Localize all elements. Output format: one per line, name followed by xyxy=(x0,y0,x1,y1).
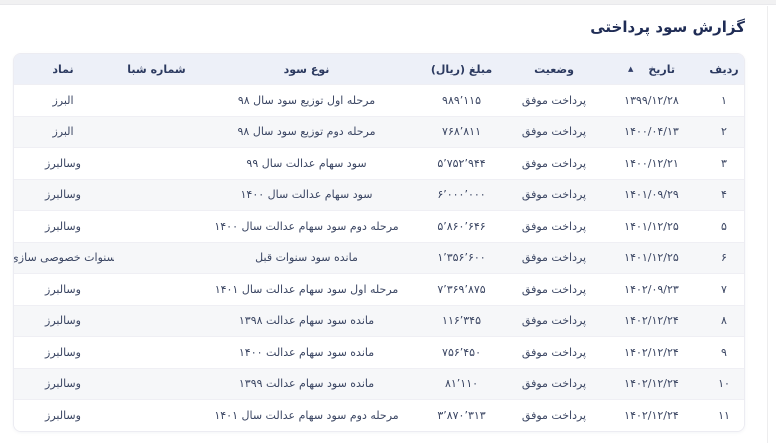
cell-dividend-type: مانده سود سنوات قبل xyxy=(199,251,414,264)
column-header-status[interactable]: وضعیت xyxy=(509,63,599,76)
cell-status: پرداخت موفق xyxy=(509,251,599,264)
table-header: ردیف تاریخ ▲ وضعیت مبلغ (ریال) نوع سود ش… xyxy=(14,54,744,84)
cell-row-number: ۱۰ xyxy=(704,377,744,390)
table-body: ۱ ۱۳۹۹/۱۲/۲۸ پرداخت موفق ۹۸۹٬۱۱۵ مرحله ا… xyxy=(14,84,744,431)
cell-amount: ۵٬۷۵۲٬۹۴۴ xyxy=(414,157,509,170)
column-header-date[interactable]: تاریخ ▲ xyxy=(599,63,704,76)
cell-status: پرداخت موفق xyxy=(509,157,599,170)
cell-date: ۱۴۰۱/۰۹/۲۹ xyxy=(599,188,704,201)
cell-dividend-type: مرحله اول توزیع سود سال ۹۸ xyxy=(199,94,414,107)
cell-symbol: وسالبرز xyxy=(13,409,114,422)
cell-row-number: ۱۱ xyxy=(704,409,744,422)
table-row: ۹ ۱۴۰۲/۱۲/۲۴ پرداخت موفق ۷۵۶٬۴۵۰ مانده س… xyxy=(14,336,744,368)
cell-date: ۱۳۹۹/۱۲/۲۸ xyxy=(599,94,704,107)
cell-symbol: وسالبرز xyxy=(13,220,114,233)
table-row: ۶ ۱۴۰۱/۱۲/۲۵ پرداخت موفق ۱٬۳۵۶٬۶۰۰ مانده… xyxy=(14,242,744,274)
cell-dividend-type: مرحله دوم توزیع سود سال ۹۸ xyxy=(199,125,414,138)
column-header-row-number[interactable]: ردیف xyxy=(704,63,744,76)
cell-row-number: ۳ xyxy=(704,157,744,170)
table-row: ۷ ۱۴۰۲/۰۹/۲۳ پرداخت موفق ۷٬۳۶۹٬۸۷۵ مرحله… xyxy=(14,273,744,305)
cell-dividend-type: مرحله دوم سود سهام عدالت سال ۱۴۰۱ xyxy=(199,409,414,422)
cell-status: پرداخت موفق xyxy=(509,220,599,233)
cell-date: ۱۴۰۰/۱۲/۲۱ xyxy=(599,157,704,170)
cell-amount: ۱٬۳۵۶٬۶۰۰ xyxy=(414,251,509,264)
cell-status: پرداخت موفق xyxy=(509,314,599,327)
cell-date: ۱۴۰۲/۱۲/۲۴ xyxy=(599,409,704,422)
cell-row-number: ۸ xyxy=(704,314,744,327)
cell-status: پرداخت موفق xyxy=(509,94,599,107)
column-header-dividend-type[interactable]: نوع سود xyxy=(199,63,414,76)
cell-amount: ۱۱۶٬۳۴۵ xyxy=(414,314,509,327)
cell-amount: ۳٬۸۷۰٬۳۱۳ xyxy=(414,409,509,422)
cell-dividend-type: مانده سود سهام عدالت ۱۳۹۸ xyxy=(199,314,414,327)
paid-dividend-report-table: ردیف تاریخ ▲ وضعیت مبلغ (ریال) نوع سود ش… xyxy=(13,53,745,432)
table-row: ۴ ۱۴۰۱/۰۹/۲۹ پرداخت موفق ۶٬۰۰۰٬۰۰۰ سود س… xyxy=(14,179,744,211)
cell-date: ۱۴۰۱/۱۲/۲۵ xyxy=(599,251,704,264)
table-row: ۳ ۱۴۰۰/۱۲/۲۱ پرداخت موفق ۵٬۷۵۲٬۹۴۴ سود س… xyxy=(14,147,744,179)
cell-symbol: وسالبرز xyxy=(13,283,114,296)
cell-amount: ۷۶۸٬۸۱۱ xyxy=(414,125,509,138)
cell-dividend-type: سود سهام عدالت سال ۱۴۰۰ xyxy=(199,188,414,201)
table-row: ۸ ۱۴۰۲/۱۲/۲۴ پرداخت موفق ۱۱۶٬۳۴۵ مانده س… xyxy=(14,305,744,337)
cell-date: ۱۴۰۱/۱۲/۲۵ xyxy=(599,220,704,233)
cell-status: پرداخت موفق xyxy=(509,283,599,296)
cell-date: ۱۴۰۲/۱۲/۲۴ xyxy=(599,314,704,327)
table-row: ۱۰ ۱۴۰۲/۱۲/۲۴ پرداخت موفق ۸۱٬۱۱۰ مانده س… xyxy=(14,368,744,400)
cell-symbol: وسالبرز xyxy=(13,377,114,390)
cell-status: پرداخت موفق xyxy=(509,125,599,138)
cell-dividend-type: سود سهام عدالت سال ۹۹ xyxy=(199,157,414,170)
cell-date: ۱۴۰۲/۱۲/۲۴ xyxy=(599,377,704,390)
cell-status: پرداخت موفق xyxy=(509,409,599,422)
cell-row-number: ۷ xyxy=(704,283,744,296)
cell-amount: ۶٬۰۰۰٬۰۰۰ xyxy=(414,188,509,201)
column-header-date-label: تاریخ xyxy=(648,63,675,76)
cell-dividend-type: مانده سود سهام عدالت ۱۴۰۰ xyxy=(199,346,414,359)
cell-row-number: ۵ xyxy=(704,220,744,233)
table-row: ۵ ۱۴۰۱/۱۲/۲۵ پرداخت موفق ۵٬۸۶۰٬۶۴۶ مرحله… xyxy=(14,210,744,242)
cell-amount: ۵٬۸۶۰٬۶۴۶ xyxy=(414,220,509,233)
table-row: ۱۱ ۱۴۰۲/۱۲/۲۴ پرداخت موفق ۳٬۸۷۰٬۳۱۳ مرحل… xyxy=(14,399,744,431)
cell-status: پرداخت موفق xyxy=(509,188,599,201)
cell-dividend-type: مرحله دوم سود سهام عدالت سال ۱۴۰۰ xyxy=(199,220,414,233)
cell-dividend-type: مرحله اول سود سهام عدالت سال ۱۴۰۱ xyxy=(199,283,414,296)
cell-amount: ۷۵۶٬۴۵۰ xyxy=(414,346,509,359)
report-page: گزارش سود پرداختی ردیف تاریخ ▲ وضعیت مبل… xyxy=(0,5,776,432)
cell-status: پرداخت موفق xyxy=(509,377,599,390)
cell-date: ۱۴۰۰/۰۴/۱۳ xyxy=(599,125,704,138)
cell-symbol: وسالبرز xyxy=(13,314,114,327)
cell-dividend-type: مانده سود سهام عدالت ۱۳۹۹ xyxy=(199,377,414,390)
cell-row-number: ۶ xyxy=(704,251,744,264)
cell-row-number: ۲ xyxy=(704,125,744,138)
column-header-amount-rial[interactable]: مبلغ (ریال) xyxy=(414,63,509,76)
table-row: ۱ ۱۳۹۹/۱۲/۲۸ پرداخت موفق ۹۸۹٬۱۱۵ مرحله ا… xyxy=(14,84,744,116)
cell-amount: ۷٬۳۶۹٬۸۷۵ xyxy=(414,283,509,296)
scrollbar-track[interactable] xyxy=(767,6,768,443)
cell-row-number: ۱ xyxy=(704,94,744,107)
table-row: ۲ ۱۴۰۰/۰۴/۱۳ پرداخت موفق ۷۶۸٬۸۱۱ مرحله د… xyxy=(14,116,744,148)
cell-symbol: وسالبرز xyxy=(13,188,114,201)
cell-amount: ۹۸۹٬۱۱۵ xyxy=(414,94,509,107)
page-title: گزارش سود پرداختی xyxy=(13,18,745,36)
column-header-symbol[interactable]: نماد xyxy=(13,63,114,76)
cell-amount: ۸۱٬۱۱۰ xyxy=(414,377,509,390)
cell-symbol: وسالبرز xyxy=(13,346,114,359)
cell-row-number: ۹ xyxy=(704,346,744,359)
cell-row-number: ۴ xyxy=(704,188,744,201)
cell-symbol: وسالبرز xyxy=(13,157,114,170)
cell-date: ۱۴۰۲/۰۹/۲۳ xyxy=(599,283,704,296)
cell-date: ۱۴۰۲/۱۲/۲۴ xyxy=(599,346,704,359)
cell-status: پرداخت موفق xyxy=(509,346,599,359)
cell-symbol: البرز xyxy=(13,94,114,107)
cell-symbol: البرز xyxy=(13,125,114,138)
column-header-sheba-number[interactable]: شماره شبا xyxy=(114,63,199,76)
cell-symbol: سنوات خصوصی سازی xyxy=(13,251,114,264)
sort-ascending-icon[interactable]: ▲ xyxy=(628,66,633,73)
